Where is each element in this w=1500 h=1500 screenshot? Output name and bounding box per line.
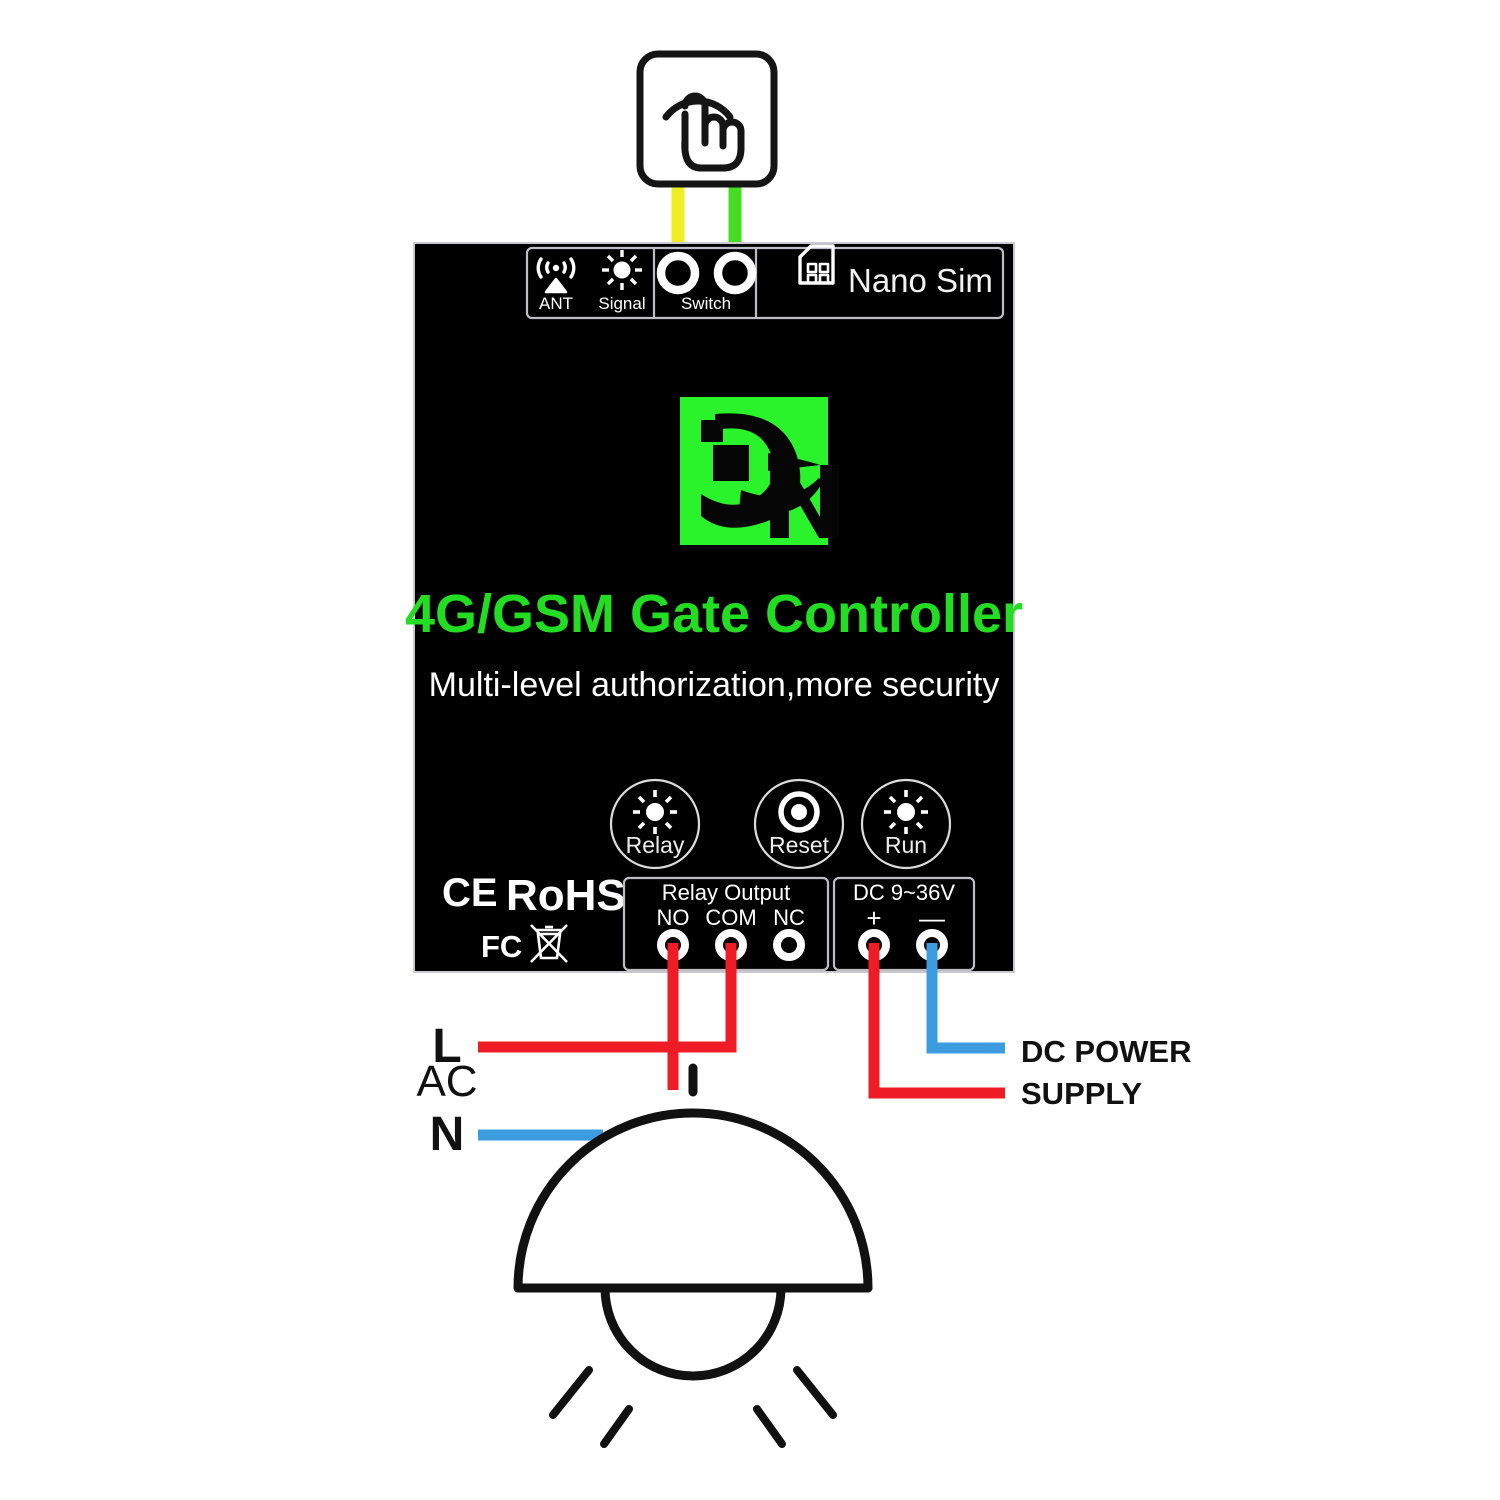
switch-label: Switch [681,294,731,313]
terminal-label-no: NO [657,905,690,930]
terminal-label-nc: NC [773,905,805,930]
diagram-svg: ANT Signal Switch Nano Sim 4G/GSM Gate C… [405,50,1192,1448]
run-label: Run [885,832,927,858]
touch-exit-button[interactable] [636,50,778,188]
label-dc-supply: SUPPLY [1021,1076,1143,1111]
dn-brand-logo [680,397,839,545]
label-dc-power: DC POWER [1021,1034,1192,1069]
product-title: 4G/GSM Gate Controller [405,584,1023,644]
lamp-bulb [600,1283,786,1381]
label-ac-neutral: N [430,1108,465,1161]
nano-sim-label: Nano Sim [848,262,993,299]
relay-indicator-label: Relay [626,832,685,858]
relay-output-title: Relay Output [662,880,790,905]
controller-panel: ANT Signal Switch Nano Sim 4G/GSM Gate C… [405,242,1023,973]
label-ac: AC [416,1057,477,1106]
wiring-diagram-canvas: ANT Signal Switch Nano Sim 4G/GSM Gate C… [0,0,1500,1500]
dc-power-title: DC 9~36V [853,880,955,905]
rohs-mark: RoHS [506,871,626,920]
led-sun-icon [884,790,928,834]
terminal-label-minus: — [919,903,945,933]
reset-label: Reset [769,832,830,858]
terminal-label-com: COM [705,905,756,930]
signal-led-icon [602,250,642,290]
signal-label: Signal [598,294,645,313]
terminal-label-plus: + [866,903,881,933]
ant-label: ANT [539,294,573,313]
fcc-icon: FC [481,929,522,964]
lamp-rays [549,1366,837,1448]
ceiling-lamp-icon [513,1063,873,1448]
product-subtitle: Multi-level authorization,more security [429,666,1000,704]
led-sun-icon [633,790,677,834]
ce-mark: CE [442,871,498,915]
